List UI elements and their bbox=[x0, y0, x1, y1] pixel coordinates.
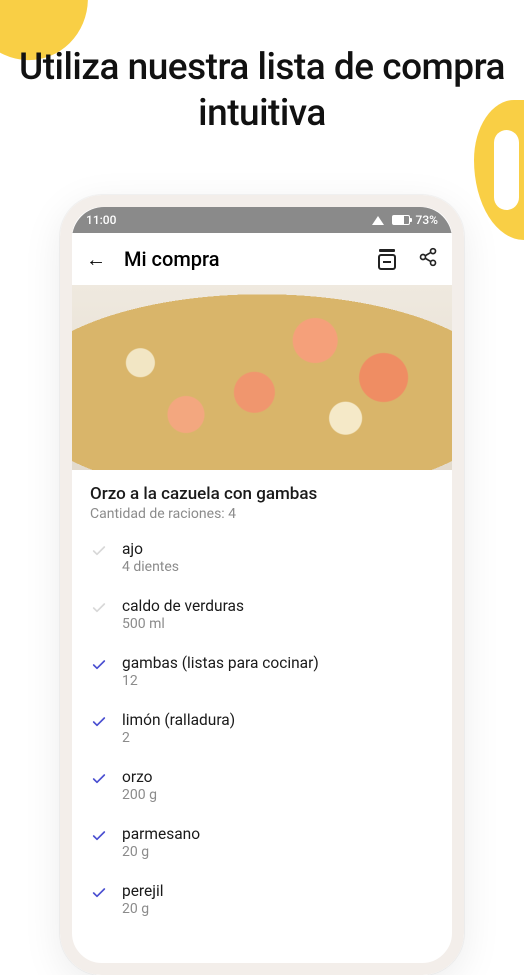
check-icon[interactable] bbox=[90, 770, 108, 788]
page-title: Mi compra bbox=[124, 247, 360, 271]
ingredient-qty: 12 bbox=[122, 673, 319, 689]
check-icon[interactable] bbox=[90, 713, 108, 731]
ingredient-qty: 4 dientes bbox=[122, 559, 179, 575]
ingredient-name: limón (ralladura) bbox=[122, 711, 235, 729]
battery-icon bbox=[392, 215, 410, 225]
ingredient-name: orzo bbox=[122, 768, 157, 786]
pantry-icon[interactable] bbox=[378, 249, 396, 270]
recipe-hero-image bbox=[72, 285, 452, 470]
status-time: 11:00 bbox=[86, 213, 116, 227]
ingredient-name: parmesano bbox=[122, 825, 200, 843]
back-arrow-icon[interactable]: ← bbox=[86, 249, 106, 269]
check-icon[interactable] bbox=[90, 827, 108, 845]
ingredient-row[interactable]: ajo4 dientes bbox=[90, 528, 434, 585]
recipe-header: Orzo a la cazuela con gambas Cantidad de… bbox=[72, 470, 452, 528]
battery-text: 73% bbox=[416, 213, 438, 227]
phone-frame: 11:00 73% ← Mi compra bbox=[60, 195, 464, 975]
status-bar: 11:00 73% bbox=[72, 207, 452, 233]
ingredient-name: perejil bbox=[122, 882, 164, 900]
ingredient-row[interactable]: perejil20 g bbox=[90, 870, 434, 927]
ingredient-name: gambas (listas para cocinar) bbox=[122, 654, 319, 672]
share-icon[interactable] bbox=[418, 247, 438, 271]
ingredient-qty: 2 bbox=[122, 730, 235, 746]
marketing-headline: Utiliza nuestra lista de compra intuitiv… bbox=[0, 45, 524, 138]
ingredient-qty: 500 ml bbox=[122, 616, 244, 632]
check-icon[interactable] bbox=[90, 656, 108, 674]
app-bar: ← Mi compra bbox=[72, 233, 452, 285]
ingredient-name: ajo bbox=[122, 540, 179, 558]
check-icon[interactable] bbox=[90, 542, 108, 560]
recipe-title: Orzo a la cazuela con gambas bbox=[90, 484, 434, 504]
ingredient-qty: 20 g bbox=[122, 844, 200, 860]
ingredients-list: ajo4 dientescaldo de verduras500 mlgamba… bbox=[72, 528, 452, 927]
ingredient-row[interactable]: caldo de verduras500 ml bbox=[90, 585, 434, 642]
ingredient-row[interactable]: limón (ralladura)2 bbox=[90, 699, 434, 756]
ingredient-name: caldo de verduras bbox=[122, 597, 244, 615]
ingredient-row[interactable]: orzo200 g bbox=[90, 756, 434, 813]
ingredient-qty: 20 g bbox=[122, 901, 164, 917]
ingredient-row[interactable]: gambas (listas para cocinar)12 bbox=[90, 642, 434, 699]
check-icon[interactable] bbox=[90, 884, 108, 902]
ingredient-qty: 200 g bbox=[122, 787, 157, 803]
check-icon[interactable] bbox=[90, 599, 108, 617]
recipe-servings: Cantidad de raciones: 4 bbox=[90, 506, 434, 522]
ingredient-row[interactable]: parmesano20 g bbox=[90, 813, 434, 870]
wifi-icon bbox=[372, 216, 384, 225]
